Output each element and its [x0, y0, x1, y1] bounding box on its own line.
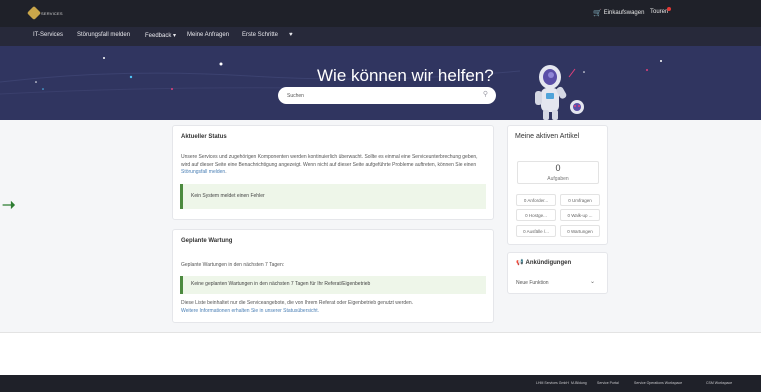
status-overview-link[interactable]: Weitere Informationen erhalten Sie in un…	[181, 308, 319, 316]
logo-icon	[26, 5, 42, 21]
divider	[0, 332, 761, 333]
maintenance-subtitle: Geplante Wartungen in den nächsten 7 Tag…	[181, 262, 285, 268]
main-nav: IT-Services Störungsfall melden Feedback…	[0, 27, 761, 46]
footer-link-csm[interactable]: CSM Workspace	[706, 381, 732, 385]
hero-banner: Wie können wir helfen?	[0, 46, 761, 120]
nav-it-services[interactable]: IT-Services	[33, 32, 63, 38]
heart-icon[interactable]: ♥	[289, 32, 293, 38]
search-box: ⚲	[278, 87, 496, 104]
nav-stoerungsfall-melden[interactable]: Störungsfall melden	[77, 32, 130, 38]
maintenance-card: Geplante Wartung Geplante Wartungen in d…	[172, 229, 494, 323]
status-text: Unsere Services und zugehörigen Komponen…	[181, 154, 478, 168]
pill-walk-up[interactable]: 0 Walk-up ...	[560, 209, 600, 221]
status-text-end: .	[225, 169, 227, 175]
pill-surveys[interactable]: 0 Umfragen	[560, 194, 600, 206]
my-items-title: Meine aktiven Artikel	[515, 133, 580, 140]
pill-maintenance[interactable]: 0 Wartungen	[560, 225, 600, 237]
megaphone-icon: 📢	[516, 260, 524, 266]
search-icon[interactable]: ⚲	[483, 90, 488, 98]
logo-text: SERVICES	[41, 10, 63, 16]
footer-link-lhm[interactable]: LHM Services GmbH	[536, 381, 569, 385]
status-title: Aktueller Status	[181, 134, 227, 140]
pill-requests[interactable]: 0 Anforder...	[516, 194, 556, 206]
maintenance-alert: Keine geplanten Wartungen in den nächste…	[180, 276, 486, 294]
maintenance-note: Diese Liste beinhaltet nur die Servicean…	[181, 300, 414, 306]
announcements-title: 📢 Ankündigungen	[516, 259, 572, 267]
footer-link-service-portal[interactable]: Service Portal	[597, 381, 619, 385]
cart-label: Einkaufswagen	[603, 10, 645, 16]
tasks-count: 0	[555, 163, 561, 173]
announcements-label: Ankündigungen	[525, 259, 572, 266]
tasks-label: Aufgaben	[547, 176, 569, 182]
logo[interactable]: SERVICES	[26, 5, 63, 21]
status-alert: Kein System meldet einen Fehler	[180, 184, 486, 209]
footer-link-m-bildung[interactable]: M-Bildung	[571, 381, 587, 385]
pill-outages[interactable]: 0 Ausfälle /...	[516, 225, 556, 237]
hero-title: Wie können wir helfen?	[317, 66, 494, 85]
footer: LHM Services GmbH M-Bildung Service Port…	[0, 375, 761, 392]
top-bar: SERVICES 🛒 Einkaufswagen Touren	[0, 0, 761, 27]
report-incident-link[interactable]: Störungsfall melden	[181, 169, 225, 175]
cart-icon: 🛒	[593, 10, 602, 17]
status-description: Unsere Services und zugehörigen Komponen…	[181, 154, 481, 177]
notification-dot-icon	[667, 7, 671, 11]
nav-feedback[interactable]: Feedback ▾	[145, 32, 176, 39]
nav-meine-anfragen[interactable]: Meine Anfragen	[187, 32, 229, 38]
status-card: Aktueller Status Unsere Services und zug…	[172, 125, 494, 220]
astronaut-illustration	[535, 65, 584, 120]
search-input[interactable]	[287, 90, 472, 101]
chevron-down-icon[interactable]: ⌄	[590, 278, 595, 285]
cart-link[interactable]: 🛒 Einkaufswagen	[593, 9, 644, 17]
footer-link-sow[interactable]: Service Operations Workspace	[634, 381, 682, 385]
nav-erste-schritte[interactable]: Erste Schritte	[242, 32, 278, 38]
pill-hosting[interactable]: 0 Hostge...	[516, 209, 556, 221]
tasks-counter[interactable]: 0 Aufgaben	[517, 161, 599, 184]
announcement-item[interactable]: Neue Funktion	[516, 280, 600, 286]
maintenance-title: Geplante Wartung	[181, 238, 233, 244]
maintenance-alert-text: Keine geplanten Wartungen in den nächste…	[191, 281, 371, 287]
tours-link[interactable]: Touren	[650, 9, 668, 15]
arrow-right-icon: ➝	[2, 197, 16, 214]
status-alert-text: Kein System meldet einen Fehler	[191, 193, 265, 199]
